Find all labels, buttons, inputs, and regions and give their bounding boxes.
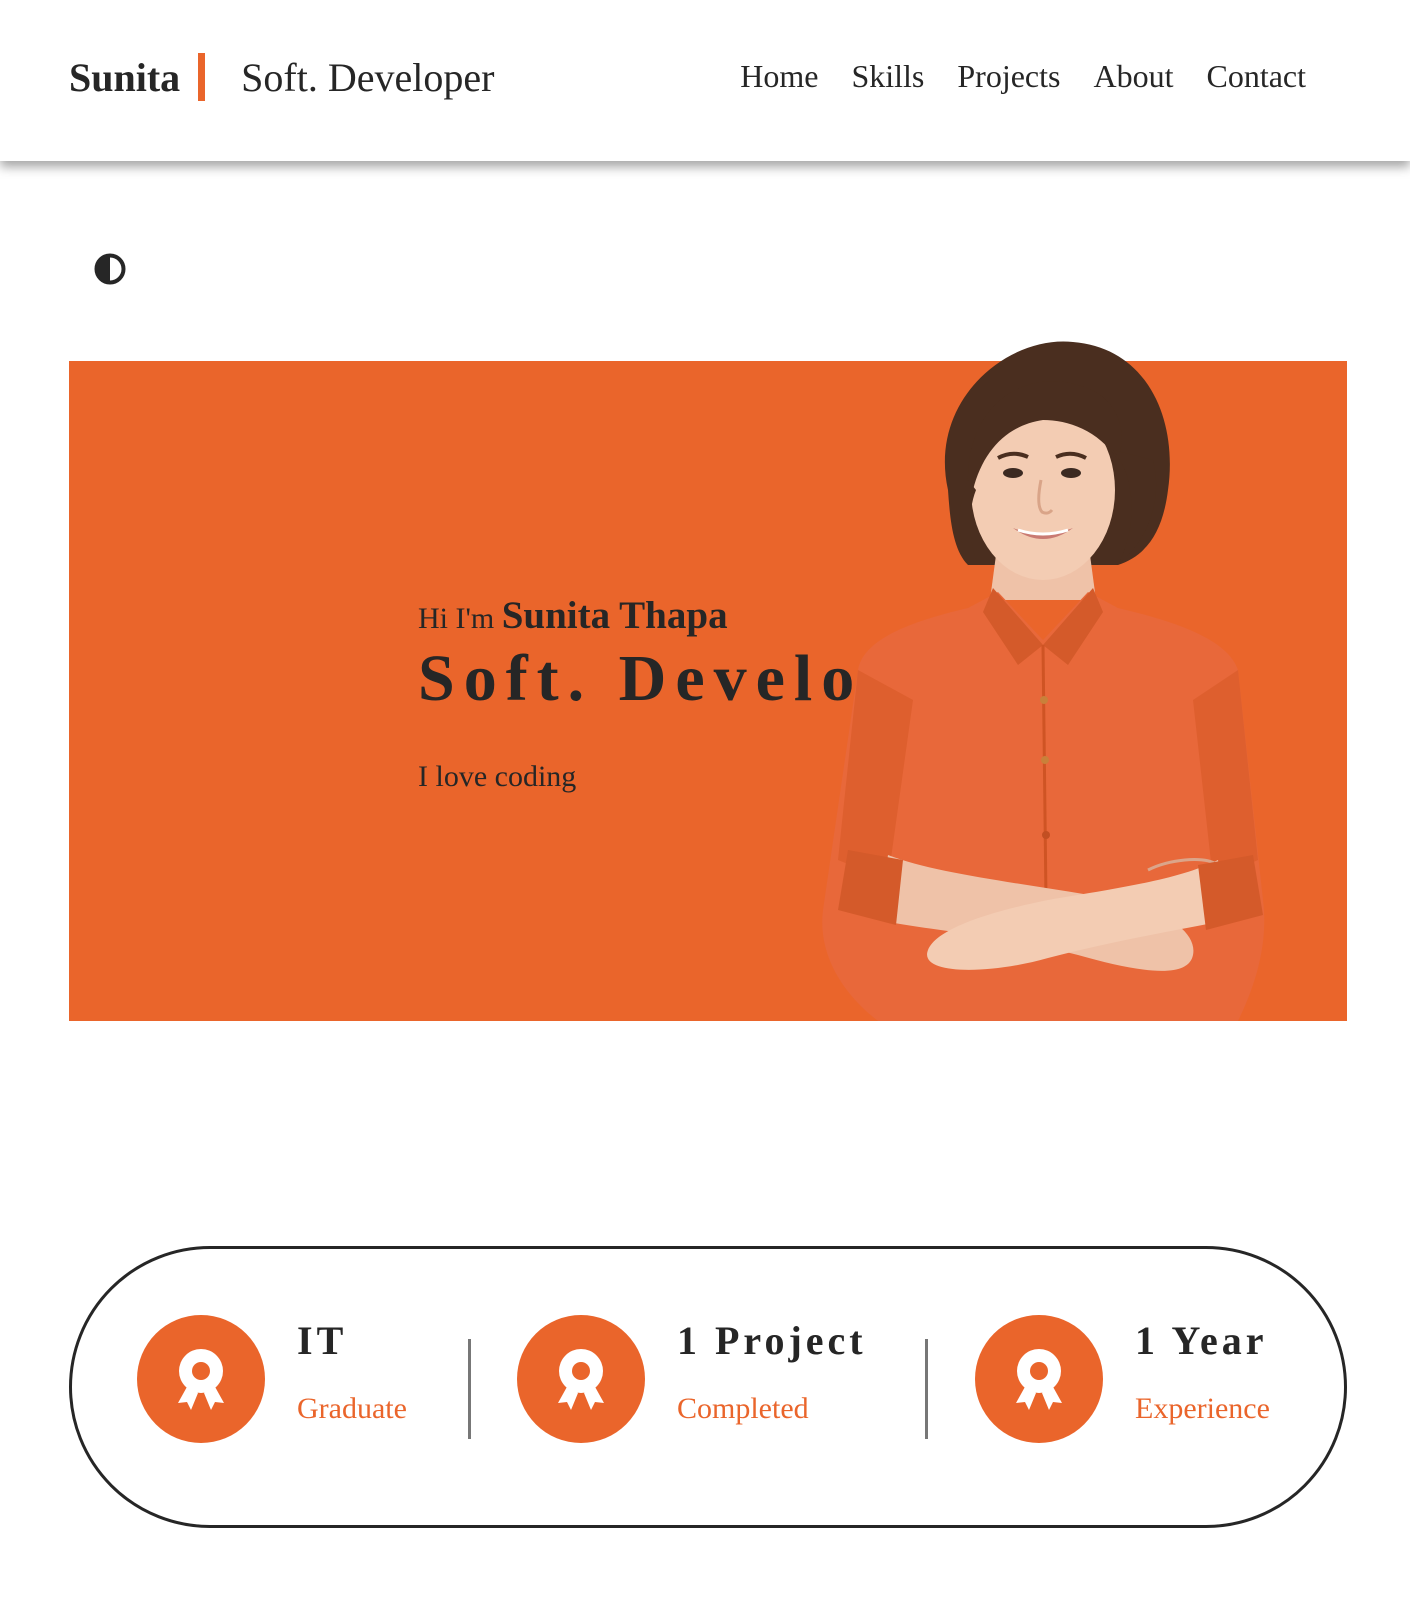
stat-label: Graduate	[297, 1392, 407, 1425]
brand[interactable]: Sunita Soft. Developer	[69, 52, 494, 102]
main-nav: Home Skills Projects About Contact	[740, 58, 1306, 95]
stat-label: Experience	[1135, 1392, 1270, 1425]
greeting-prefix: Hi I'm	[418, 602, 495, 635]
hero-role: Soft. Develo	[418, 642, 864, 715]
stat-value: 1 Year	[1135, 1318, 1268, 1363]
award-icon	[137, 1315, 265, 1443]
award-icon	[517, 1315, 645, 1443]
stat-divider	[925, 1339, 928, 1439]
profile-photo	[818, 340, 1284, 1021]
stat-divider	[468, 1339, 471, 1439]
nav-skills-link[interactable]: Skills	[851, 58, 924, 95]
nav-contact-link[interactable]: Contact	[1206, 58, 1306, 95]
nav-home-link[interactable]: Home	[740, 58, 818, 95]
stat-label: Completed	[677, 1392, 809, 1425]
hero-greeting: Hi I'm Sunita Thapa	[418, 593, 863, 638]
stat-value: IT	[297, 1318, 348, 1363]
brand-role: Soft. Developer	[241, 54, 495, 100]
stat-item: 1 Project Completed	[517, 1315, 867, 1443]
stat-value: 1 Project	[677, 1318, 867, 1363]
brand-divider	[198, 53, 206, 101]
stat-item: IT Graduate	[137, 1315, 407, 1443]
site-header: Sunita Soft. Developer Home Skills Proje…	[0, 0, 1410, 161]
stat-item: 1 Year Experience	[975, 1315, 1270, 1443]
hero-text: Hi I'm Sunita Thapa Soft. Develo I love …	[418, 593, 863, 794]
hero-tagline: I love coding	[418, 760, 577, 793]
nav-projects-link[interactable]: Projects	[957, 58, 1060, 95]
brand-name: Sunita	[69, 54, 181, 100]
contrast-icon[interactable]	[94, 253, 126, 285]
hero-name: Sunita Thapa	[501, 594, 728, 637]
award-icon	[975, 1315, 1103, 1443]
nav-about-link[interactable]: About	[1093, 58, 1173, 95]
stats-panel: IT Graduate 1 Project Completed 1 Year E…	[69, 1246, 1347, 1528]
